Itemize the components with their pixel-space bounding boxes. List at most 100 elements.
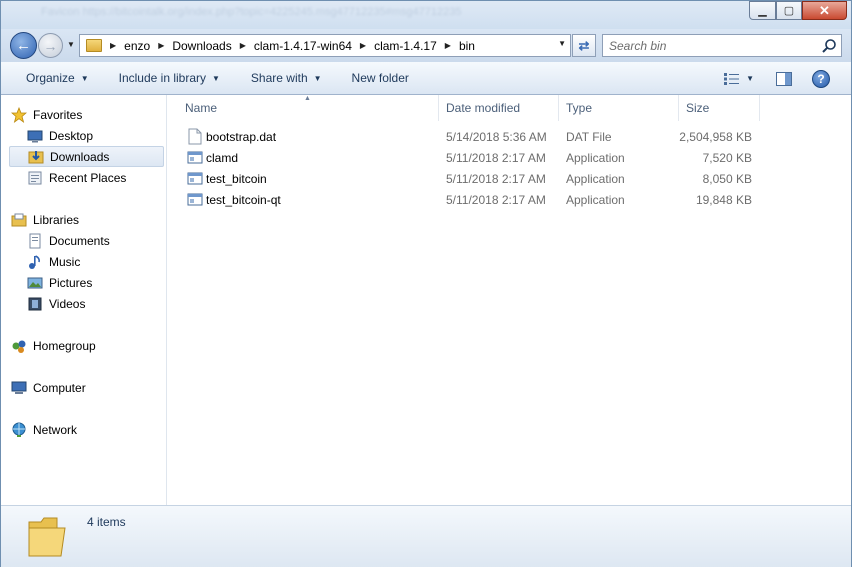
- item-count: 4 items: [87, 515, 126, 529]
- nav-pictures[interactable]: Pictures: [27, 272, 92, 293]
- nav-computer-label: Computer: [33, 380, 86, 395]
- include-in-library-button[interactable]: Include in library ▼: [119, 62, 220, 94]
- computer-icon: [11, 381, 27, 394]
- blurred-background-url: Favicon https://bitcointalk.org/index.ph…: [41, 6, 462, 18]
- nav-recent-places[interactable]: Recent Places: [27, 167, 126, 188]
- change-view-icon[interactable]: [724, 72, 740, 85]
- nav-documents[interactable]: Documents: [27, 230, 110, 251]
- back-button[interactable]: ←: [10, 32, 37, 59]
- file-date: 5/11/2018 2:17 AM: [446, 171, 546, 186]
- file-name[interactable]: bootstrap.dat: [206, 126, 276, 147]
- documents-icon: [29, 233, 41, 248]
- organize-button[interactable]: Organize ▼: [26, 62, 89, 94]
- close-button[interactable]: ✕: [802, 1, 847, 20]
- music-icon: [29, 254, 40, 269]
- chevron-down-icon: ▼: [212, 73, 220, 83]
- help-icon[interactable]: ?: [812, 69, 830, 88]
- libraries-icon: [11, 213, 27, 226]
- file-date: 5/11/2018 2:17 AM: [446, 150, 546, 165]
- file-size: 8,050 KB: [702, 171, 752, 186]
- nav-music[interactable]: Music: [27, 251, 80, 272]
- nav-recent-places-label: Recent Places: [49, 170, 127, 185]
- navigation-pane: Favorites Desktop Downloads Recent Place…: [1, 95, 167, 505]
- homegroup-icon: [12, 340, 26, 353]
- file-row[interactable]: test_bitcoin-qt 5/11/2018 2:17 AM Applic…: [183, 189, 763, 210]
- command-bar: Organize ▼ Include in library ▼ Share wi…: [1, 62, 851, 95]
- file-date: 5/14/2018 5:36 AM: [446, 129, 547, 144]
- chevron-down-icon: ▼: [80, 73, 89, 83]
- new-folder-button[interactable]: New folder: [352, 62, 409, 94]
- nav-desktop[interactable]: Desktop: [27, 125, 93, 146]
- file-type: DAT File: [566, 129, 612, 144]
- nav-homegroup-label: Homegroup: [33, 338, 96, 353]
- nav-downloads-label: Downloads: [50, 149, 110, 164]
- nav-videos[interactable]: Videos: [27, 293, 85, 314]
- include-in-library-label: Include in library: [118, 71, 206, 85]
- recent-places-icon: [28, 171, 42, 184]
- folder-icon: [86, 39, 102, 52]
- file-size: 7,520 KB: [702, 150, 752, 165]
- view-controls: ▼ ?: [724, 62, 851, 95]
- preview-pane-icon[interactable]: [776, 71, 792, 86]
- file-name[interactable]: clamd: [206, 147, 238, 168]
- column-header-type[interactable]: Type: [559, 95, 679, 121]
- nav-network[interactable]: Network: [11, 419, 77, 440]
- nav-homegroup[interactable]: Homegroup: [11, 335, 96, 356]
- breadcrumb-clam-win64[interactable]: clam-1.4.17-win64: [254, 39, 352, 53]
- file-row[interactable]: test_bitcoin 5/11/2018 2:17 AM Applicati…: [183, 168, 763, 189]
- file-row[interactable]: bootstrap.dat 5/14/2018 5:36 AM DAT File…: [183, 126, 763, 147]
- chevron-down-icon: ▼: [313, 73, 322, 83]
- desktop-icon: [27, 130, 43, 142]
- more-options-dropdown-icon[interactable]: ▼: [746, 74, 754, 83]
- file-size: 2,504,958 KB: [679, 129, 752, 144]
- file-row[interactable]: clamd 5/11/2018 2:17 AM Application 7,52…: [183, 147, 763, 168]
- column-header-size[interactable]: Size: [679, 95, 760, 121]
- nav-libraries-label: Libraries: [33, 212, 80, 227]
- column-header-size-label: Size: [686, 101, 710, 115]
- maximize-button[interactable]: ▢: [776, 1, 802, 20]
- breadcrumb-chevron-icon[interactable]: ▶: [352, 41, 374, 50]
- nav-documents-label: Documents: [49, 233, 110, 248]
- pictures-icon: [27, 277, 43, 288]
- share-with-label: Share with: [250, 71, 308, 85]
- nav-favorites[interactable]: Favorites: [11, 104, 82, 125]
- address-bar[interactable]: ▶ enzo ▶ Downloads ▶ clam-1.4.17-win64 ▶…: [79, 34, 571, 57]
- refresh-button[interactable]: ⇄: [572, 34, 596, 57]
- nav-downloads[interactable]: Downloads: [9, 146, 164, 167]
- search-icon[interactable]: [821, 38, 837, 54]
- address-dropdown-icon[interactable]: ▼: [558, 39, 566, 48]
- navigation-bar: ← → ▼ ▶ enzo ▶ Downloads ▶ clam-1.4.17-w…: [1, 29, 851, 62]
- document-icon: [188, 128, 202, 145]
- explorer-window: Favicon https://bitcointalk.org/index.ph…: [0, 0, 852, 567]
- breadcrumb-chevron-icon[interactable]: ▶: [232, 41, 254, 50]
- recent-pages-dropdown[interactable]: ▼: [67, 40, 75, 49]
- details-pane: 4 items: [1, 505, 851, 567]
- breadcrumb-downloads[interactable]: Downloads: [172, 39, 231, 53]
- nav-computer[interactable]: Computer: [11, 377, 86, 398]
- breadcrumb-clam[interactable]: clam-1.4.17: [374, 39, 437, 53]
- column-header-date-modified[interactable]: Date modified: [439, 95, 559, 121]
- breadcrumb-chevron-icon[interactable]: ▶: [150, 41, 172, 50]
- breadcrumb-chevron-icon[interactable]: ▶: [437, 41, 459, 50]
- downloads-folder-icon: [28, 150, 44, 163]
- application-icon: [187, 193, 203, 206]
- file-type: Application: [566, 192, 625, 207]
- forward-button[interactable]: →: [38, 33, 63, 58]
- file-name[interactable]: test_bitcoin-qt: [206, 189, 281, 210]
- nav-libraries[interactable]: Libraries: [11, 209, 79, 230]
- breadcrumb-chevron-icon[interactable]: ▶: [102, 41, 124, 50]
- organize-label: Organize: [26, 71, 75, 85]
- share-with-button[interactable]: Share with ▼: [251, 62, 322, 94]
- star-icon: [11, 106, 27, 123]
- file-name[interactable]: test_bitcoin: [206, 168, 267, 189]
- network-icon: [12, 422, 26, 437]
- minimize-button[interactable]: ▁: [749, 1, 776, 20]
- folder-icon: [28, 517, 66, 557]
- title-bar[interactable]: Favicon https://bitcointalk.org/index.ph…: [1, 1, 851, 29]
- breadcrumb-bin[interactable]: bin: [459, 39, 475, 53]
- file-type: Application: [566, 171, 625, 186]
- sort-ascending-icon: ▲: [304, 95, 311, 102]
- search-input[interactable]: [603, 38, 813, 53]
- breadcrumb-enzo[interactable]: enzo: [124, 39, 150, 53]
- nav-network-label: Network: [33, 422, 78, 437]
